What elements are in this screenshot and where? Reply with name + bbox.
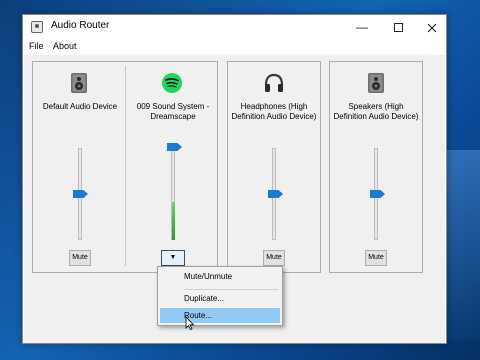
maximize-button[interactable]	[381, 15, 415, 39]
level-meter-spotify	[172, 202, 175, 240]
device-panel-headphones: Headphones (High Definition Audio Device…	[227, 61, 321, 273]
context-menu: Mute/Unmute Duplicate... Route...	[157, 266, 283, 326]
device-label-speakers: Speakers (High Definition Audio Device)	[333, 102, 419, 121]
context-item-mute-unmute[interactable]: Mute/Unmute	[160, 269, 280, 284]
headphones-icon	[264, 73, 284, 92]
mouse-cursor-icon	[185, 316, 195, 330]
options-dropdown-spotify[interactable]: ▼	[161, 250, 185, 266]
device-label-headphones: Headphones (High Definition Audio Device…	[231, 102, 317, 121]
mute-button-speakers[interactable]: Mute	[365, 250, 387, 266]
window-title: Audio Router	[51, 20, 110, 31]
context-separator	[184, 289, 278, 290]
device-label-default: Default Audio Device	[42, 102, 118, 111]
mute-button-headphones[interactable]: Mute	[263, 250, 285, 266]
close-icon	[427, 23, 437, 33]
menu-file[interactable]: File	[29, 41, 44, 51]
minimize-button[interactable]: —	[345, 15, 379, 39]
device-panel-default: Default Audio Device Mute 009 Sound Syst…	[32, 61, 218, 273]
device-label-spotify: 009 Sound System - Dreamscape	[136, 102, 210, 121]
device-panel-speakers: Speakers (High Definition Audio Device) …	[329, 61, 423, 273]
context-item-route[interactable]: Route...	[160, 308, 280, 323]
speaker-icon	[71, 73, 87, 93]
volume-thumb-headphones[interactable]	[268, 190, 283, 198]
panel-divider	[125, 66, 126, 266]
minimize-icon: —	[356, 20, 368, 34]
title-bar[interactable]: Audio Router —	[23, 15, 446, 39]
volume-thumb-spotify[interactable]	[167, 143, 182, 151]
context-item-duplicate[interactable]: Duplicate...	[160, 291, 280, 306]
spotify-icon	[162, 73, 182, 93]
close-button[interactable]	[415, 15, 449, 39]
app-icon	[31, 21, 43, 33]
mute-button-default[interactable]: Mute	[69, 250, 91, 266]
speaker-icon	[368, 73, 384, 93]
dropdown-arrow-icon: ▼	[169, 254, 177, 261]
volume-thumb-speakers[interactable]	[370, 190, 385, 198]
menu-bar: File About	[23, 39, 446, 55]
volume-thumb-default[interactable]	[73, 190, 88, 198]
menu-about[interactable]: About	[53, 41, 77, 51]
maximize-icon	[393, 23, 403, 33]
